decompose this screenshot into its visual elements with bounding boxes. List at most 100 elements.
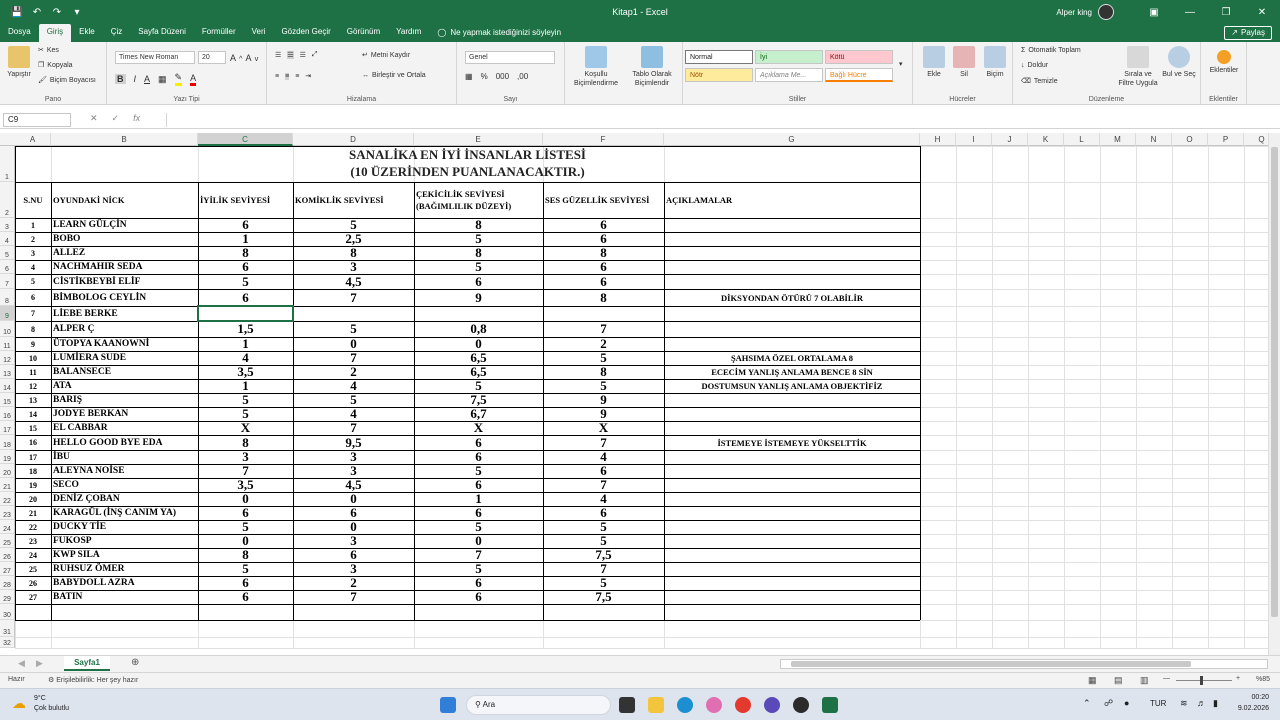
nick-cell[interactable]: BATIN [53,590,196,604]
score-cell[interactable]: 5 [545,576,662,590]
volume-icon[interactable]: ♬ [1197,698,1206,708]
score-cell[interactable]: 2 [295,576,412,590]
row-header-15[interactable]: 15 [0,393,15,407]
undo-icon[interactable]: ↶ [30,5,44,19]
row-header-30[interactable]: 30 [0,604,15,620]
zoom-slider[interactable] [1176,680,1232,681]
clear-button[interactable]: ⌫ Temizle [1021,77,1058,86]
score-cell[interactable]: 5 [416,520,541,534]
row-header-9[interactable]: 9 [0,306,15,321]
menu-gorunum[interactable]: Görünüm [339,24,388,42]
score-cell[interactable]: 9 [545,393,662,407]
score-cell[interactable]: 5 [295,393,412,407]
merge-center-button[interactable]: ↔ Birleştir ve Ortala [362,72,426,79]
name-box[interactable]: C9 [3,113,71,127]
score-cell[interactable]: 5 [545,379,662,393]
score-cell[interactable]: 6 [545,260,662,274]
score-cell[interactable]: 5 [200,393,291,407]
style-explanatory[interactable]: Açıklama Me... [755,68,823,82]
row-header-7[interactable]: 7 [0,274,15,289]
vertical-scrollbar[interactable] [1268,133,1280,655]
score-cell[interactable]: 4,5 [295,274,412,289]
score-cell[interactable]: 7,5 [545,590,662,604]
copy-button[interactable]: ❐ Kopyala [38,61,73,70]
enter-icon[interactable]: ✓ [112,113,120,124]
weather-temp[interactable]: 9°C [34,695,46,702]
column-header-l[interactable]: L [1064,133,1100,146]
align-middle-icon[interactable]: ☰ [287,51,294,59]
avatar[interactable] [1098,4,1114,20]
row-number[interactable]: 9 [17,337,49,351]
format-painter-button[interactable]: 🖌 Biçim Boyacısı [38,76,96,85]
column-header-k[interactable]: K [1028,133,1064,146]
score-cell[interactable]: 4,5 [295,478,412,492]
microphone-icon[interactable]: ● [1124,698,1129,708]
score-cell[interactable]: 0,8 [416,321,541,337]
percent-icon[interactable]: % [481,72,488,81]
score-cell[interactable]: 7,5 [545,548,662,562]
align-left-icon[interactable]: ≡ [275,73,279,80]
row-number[interactable]: 7 [17,306,49,321]
autosum-button[interactable]: Σ Otomatik Toplam [1021,47,1081,54]
nick-cell[interactable]: LUMİERA SUDE [53,351,196,365]
row-number[interactable]: 26 [17,576,49,590]
score-cell[interactable]: 5 [416,379,541,393]
score-cell[interactable]: 4 [295,407,412,421]
score-cell[interactable]: X [200,421,291,435]
nick-cell[interactable]: NACHMAHIR SEDA [53,260,196,274]
score-cell[interactable]: 6 [416,274,541,289]
nick-cell[interactable]: CİSTİKBEYBİ ELİF [53,274,196,289]
score-cell[interactable]: 0 [416,534,541,548]
row-number[interactable]: 15 [17,421,49,435]
nick-cell[interactable]: DUCKY TİE [53,520,196,534]
score-cell[interactable]: 6 [545,464,662,478]
score-cell[interactable]: 7 [416,548,541,562]
score-cell[interactable]: 3 [295,464,412,478]
nick-cell[interactable]: JODYE BERKAN [53,407,196,421]
row-header-8[interactable]: 8 [0,289,15,306]
score-cell[interactable]: 9 [545,407,662,421]
row-header-5[interactable]: 5 [0,246,15,260]
language-indicator[interactable]: TUR [1150,699,1166,708]
insert-button[interactable]: Ekle [921,46,947,79]
formula-input[interactable] [166,113,1274,127]
wrap-text-button[interactable]: ↵ Metni Kaydır [362,51,410,60]
score-cell[interactable]: 3,5 [200,478,291,492]
score-cell[interactable]: 8 [200,435,291,450]
row-number[interactable]: 2 [17,232,49,246]
score-cell[interactable]: 7 [545,321,662,337]
score-cell[interactable]: 6 [200,260,291,274]
score-cell[interactable]: 6 [200,218,291,232]
row-number[interactable]: 1 [17,218,49,232]
app-icon[interactable] [764,697,780,713]
score-cell[interactable]: 3 [200,450,291,464]
row-header-31[interactable]: 31 [0,620,15,637]
row-number[interactable]: 18 [17,464,49,478]
score-cell[interactable]: X [545,421,662,435]
row-number[interactable]: 16 [17,435,49,450]
score-cell[interactable]: 4 [545,492,662,506]
battery-icon[interactable]: ▮ [1213,698,1218,709]
score-cell[interactable]: 6 [200,506,291,520]
sheet-title[interactable]: SANALİKA EN İYİ İNSANLAR LİSTESİ (10 ÜZER… [15,146,920,182]
row-number[interactable]: 23 [17,534,49,548]
score-cell[interactable]: 2 [295,365,412,379]
row-number[interactable]: 24 [17,548,49,562]
row-header-22[interactable]: 22 [0,492,15,506]
row-number[interactable]: 3 [17,246,49,260]
score-cell[interactable]: 5 [416,562,541,576]
tray-arrow-icon[interactable]: ⌃ [1083,698,1091,709]
row-number[interactable]: 5 [17,274,49,289]
network-icon[interactable]: ☍ [1104,698,1113,709]
align-center-icon[interactable]: ≡ [285,72,290,80]
score-cell[interactable]: 6 [416,450,541,464]
row-header-11[interactable]: 11 [0,337,15,351]
nick-cell[interactable]: BALANSECE [53,365,196,379]
sort-filter-button[interactable]: Sırala ve Filtre Uygula [1117,46,1159,88]
column-title[interactable]: AÇIKLAMALAR [666,182,918,218]
score-cell[interactable]: 3,5 [200,365,291,379]
nick-cell[interactable]: BOBO [53,232,196,246]
row-header-24[interactable]: 24 [0,520,15,534]
menu-ekle[interactable]: Ekle [71,24,103,42]
score-cell[interactable]: 8 [545,289,662,306]
